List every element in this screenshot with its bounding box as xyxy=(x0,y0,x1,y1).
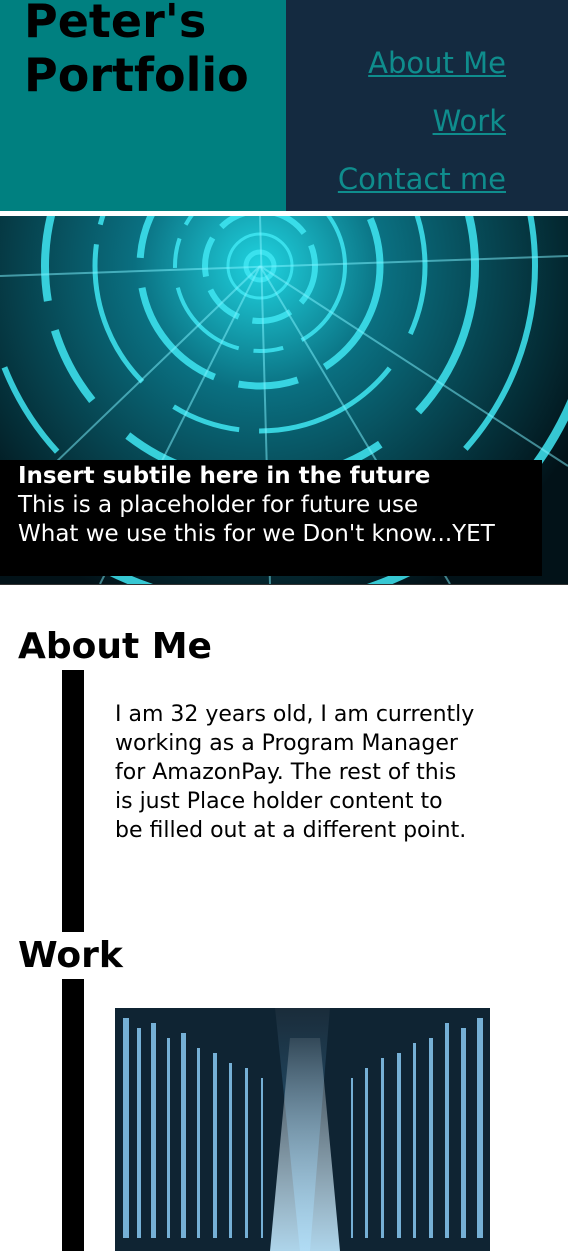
about-accent-bar xyxy=(62,670,84,932)
hero-caption: Insert subtile here in the future This i… xyxy=(0,460,542,576)
site-title: Peter's Portfolio xyxy=(24,0,249,102)
nav-link-about-me[interactable]: About Me xyxy=(338,34,506,92)
divider xyxy=(0,584,568,585)
hero-banner: Insert subtile here in the future This i… xyxy=(0,216,568,584)
about-section-title: About Me xyxy=(18,626,212,667)
about-paragraph: I am 32 years old, I am currently workin… xyxy=(115,702,475,843)
hero-text-line-2: What we use this for we Don't know...YET xyxy=(18,521,495,547)
site-header: Peter's Portfolio About Me Work Contact … xyxy=(0,0,568,211)
work-accent-bar xyxy=(62,979,84,1251)
nav-link-work[interactable]: Work xyxy=(338,92,506,150)
hero-text-line-1: This is a placeholder for future use xyxy=(18,492,419,518)
brand-block: Peter's Portfolio xyxy=(0,0,286,211)
nav-link-contact-me[interactable]: Contact me xyxy=(338,150,506,208)
hero-subtitle: Insert subtile here in the future xyxy=(18,463,431,489)
work-section-title: Work xyxy=(18,935,123,976)
main-nav: About Me Work Contact me xyxy=(338,34,506,208)
work-data-corridor-image xyxy=(115,1008,490,1251)
